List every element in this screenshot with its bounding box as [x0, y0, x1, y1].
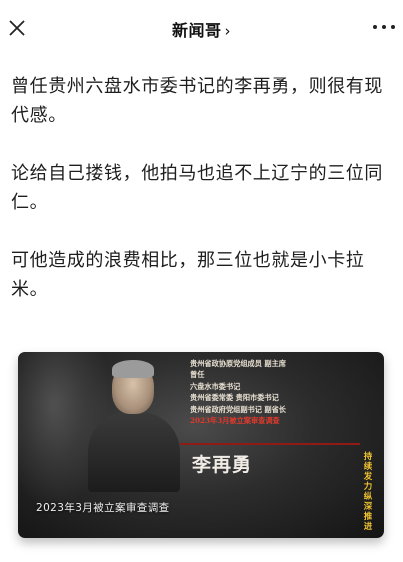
account-title[interactable]: 新闻哥 › — [0, 17, 403, 41]
top-bar: 新闻哥 › — [0, 0, 403, 58]
person-name: 李再勇 — [192, 454, 253, 476]
bio-text: 贵州省政协原党组成员 副主席 曾任 六盘水市委书记 贵州省委常委 贵阳市委书记 … — [190, 358, 360, 426]
paragraph: 可他造成的浪费相比，那三位也就是小卡拉米。 — [11, 250, 365, 300]
bio-line: 曾任 — [190, 370, 205, 380]
article-body: 曾任贵州六盘水市委书记的李再勇，则很有现代感。 论给自己搂钱，他拍马也追不上辽宁… — [11, 72, 396, 333]
bio-line: 贵州省政府党组副书记 副省长 — [190, 404, 286, 414]
bio-line: 贵州省政协原党组成员 副主席 — [190, 359, 286, 368]
video-caption: 2023年3月被立案审查调查 — [36, 502, 170, 514]
divider — [180, 443, 360, 445]
bio-line: 贵州省委常委 贵阳市委书记 — [190, 393, 279, 403]
chevron-right-icon: › — [224, 22, 231, 40]
more-options-icon[interactable] — [373, 21, 395, 33]
bio-highlight: 2023年3月被立案审查调查 — [190, 416, 280, 426]
paragraph: 论给自己搂钱，他拍马也追不上辽宁的三位同仁。 — [11, 163, 383, 213]
video-thumbnail[interactable]: 贵州省政协原党组成员 副主席 曾任 六盘水市委书记 贵州省委常委 贵阳市委书记 … — [18, 352, 384, 538]
side-tag: 持续发力纵深推进 — [363, 452, 373, 532]
paragraph: 曾任贵州六盘水市委书记的李再勇，则很有现代感。 — [11, 76, 383, 126]
person-photo — [86, 360, 182, 492]
account-name: 新闻哥 — [171, 21, 222, 40]
bio-line: 六盘水市委书记 — [190, 381, 241, 391]
